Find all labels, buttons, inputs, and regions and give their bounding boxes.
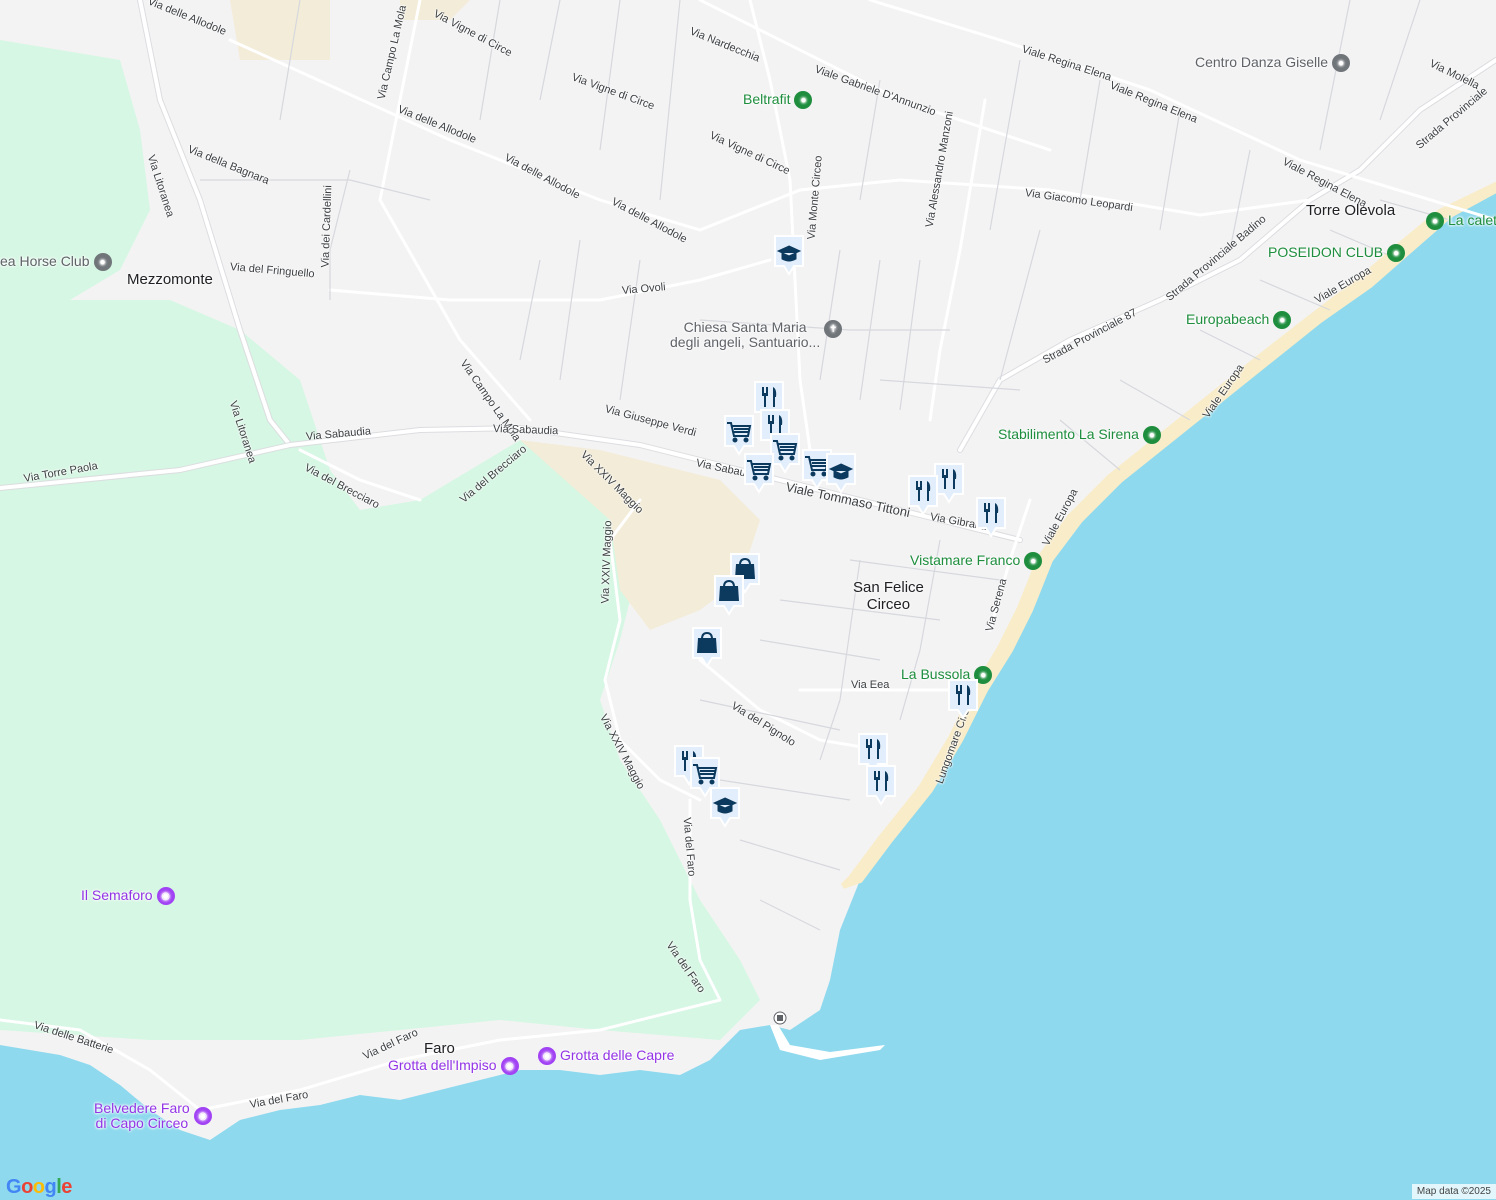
poi-il-semaforo[interactable]: Il Semaforo ◉ — [81, 887, 175, 905]
road-dannunzio — [698, 0, 1052, 152]
location-pin-icon: ● — [1142, 426, 1161, 444]
poi-stabilimento-la-sirena[interactable]: Stabilimento La Sirena ● — [998, 426, 1161, 444]
place-faro[interactable]: Faro — [424, 1040, 455, 1058]
place-torre-olevola[interactable]: Torre Olevola — [1306, 202, 1395, 220]
poi-europabeach[interactable]: Europabeach ● — [1186, 311, 1292, 329]
poi-beltrafit[interactable]: Beltrafit ● — [743, 91, 813, 109]
location-pin-icon: ● — [1332, 54, 1351, 72]
street-label: Via Eea — [851, 679, 890, 691]
poi-centro-danza[interactable]: Centro Danza Giselle ● — [1195, 54, 1351, 72]
poi-label: Centro Danza Giselle — [1195, 54, 1329, 71]
poi-label: Il Semaforo — [81, 887, 153, 904]
road-campo-la-mola — [378, 0, 532, 422]
location-pin-icon: ● — [1426, 212, 1444, 230]
school-marker[interactable] — [772, 234, 806, 276]
place-mezzomonte[interactable]: Mezzomonte — [127, 271, 213, 289]
poi-poseidon-club[interactable]: POSEIDON CLUB ● — [1268, 244, 1406, 262]
location-pin-icon: ● — [794, 91, 813, 109]
poi-horse-club[interactable]: ea Horse Club ● — [0, 253, 112, 271]
poi-grotta-capre[interactable]: ◉ Grotta delle Capre — [538, 1047, 674, 1065]
school-marker[interactable] — [708, 786, 742, 828]
restaurant-marker[interactable] — [946, 678, 980, 720]
shopping-marker[interactable] — [742, 452, 776, 494]
camera-icon: ◉ — [500, 1057, 519, 1075]
store-marker[interactable] — [690, 626, 724, 668]
restaurant-marker[interactable] — [974, 496, 1008, 538]
school-marker[interactable] — [824, 452, 858, 494]
restaurant-marker[interactable] — [906, 474, 940, 516]
store-marker[interactable] — [712, 574, 746, 616]
location-pin-icon: ● — [1024, 552, 1043, 570]
poi-belvedere-faro[interactable]: Belvedere Faro di Capo Circeo ◉ — [94, 1100, 212, 1132]
poi-vistamare-franco[interactable]: Vistamare Franco ● — [910, 552, 1043, 570]
poi-label: Chiesa Santa Maria degli angeli, Santuar… — [670, 319, 821, 351]
shopping-marker[interactable] — [722, 414, 756, 456]
harbour-icon — [773, 1011, 787, 1025]
google-logo: Google — [6, 1176, 72, 1198]
camera-icon: ◉ — [156, 887, 175, 905]
poi-chiesa[interactable]: Chiesa Santa Maria degli angeli, Santuar… — [670, 319, 843, 351]
location-pin-icon: ● — [1387, 244, 1406, 262]
restaurant-marker[interactable] — [864, 764, 898, 806]
camera-icon: ◉ — [538, 1047, 556, 1065]
map-base-layer — [0, 0, 1496, 1200]
poi-grotta-impiso[interactable]: Grotta dell'Impiso ◉ — [388, 1057, 519, 1075]
church-cross-icon: ✝ — [824, 320, 843, 338]
poi-label: Belvedere Faro di Capo Circeo — [94, 1100, 190, 1132]
map-canvas[interactable]: Via delle Allodole Via Vigne di Circe Vi… — [0, 0, 1496, 1200]
poi-label: POSEIDON CLUB — [1268, 244, 1384, 261]
poi-label: Europabeach — [1186, 311, 1270, 328]
park-area — [0, 300, 760, 1040]
location-pin-icon: ● — [93, 253, 112, 271]
street-label: Via Sabaudia — [492, 423, 559, 438]
poi-label: Stabilimento La Sirena — [998, 426, 1139, 443]
poi-label: Grotta dell'Impiso — [388, 1057, 497, 1074]
poi-label: Vistamare Franco — [910, 552, 1021, 569]
poi-label: La calet — [1448, 212, 1496, 229]
sand-area — [230, 0, 330, 60]
location-pin-icon: ● — [1273, 311, 1292, 329]
poi-label: ea Horse Club — [0, 253, 90, 270]
camera-icon: ◉ — [193, 1107, 212, 1126]
map-attribution[interactable]: Map data ©2025 — [1411, 1184, 1496, 1199]
poi-la-calet[interactable]: ● La calet — [1426, 212, 1496, 230]
place-san-felice-circeo[interactable]: San Felice Circeo — [853, 579, 924, 613]
poi-label: Grotta delle Capre — [560, 1047, 675, 1064]
poi-label: Beltrafit — [743, 91, 791, 108]
road-ovoli — [328, 258, 772, 302]
